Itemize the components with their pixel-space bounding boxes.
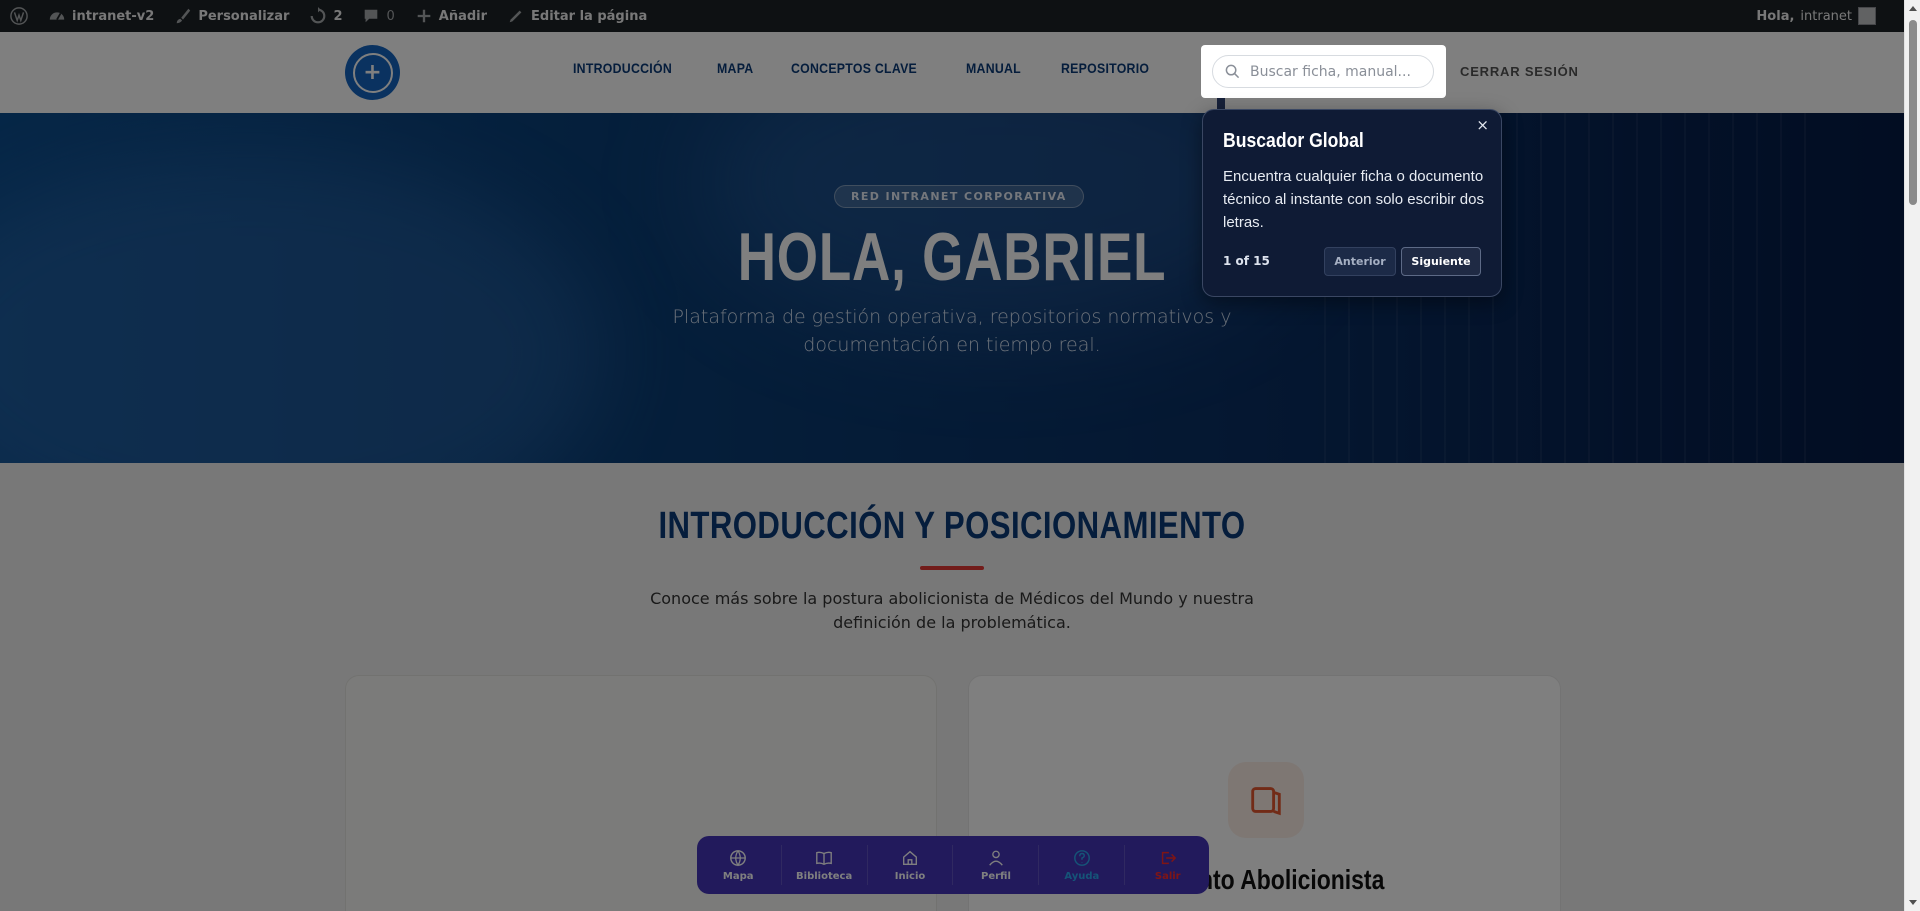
search-icon [1225,64,1240,79]
tour-description: Encuentra cualquier ficha o documento té… [1223,168,1484,231]
tour-spotlight [1201,45,1446,98]
close-icon[interactable]: × [1476,116,1489,134]
global-search[interactable] [1212,55,1434,88]
tour-previous-button[interactable]: Anterior [1324,247,1396,276]
search-input[interactable] [1250,63,1425,80]
page-scrollbar[interactable] [1904,0,1920,911]
tour-overlay[interactable] [0,0,1904,911]
scrollbar-thumb[interactable] [1909,20,1917,205]
scroll-down-arrow-icon[interactable] [1909,900,1917,905]
scroll-up-arrow-icon[interactable] [1909,6,1917,11]
tour-step-counter: 1 of 15 [1223,254,1270,268]
tour-popover: × Buscador Global Encuentra cualquier fi… [1202,109,1502,297]
tour-title: Buscador Global [1223,130,1364,152]
tour-next-button[interactable]: Siguiente [1401,247,1481,276]
